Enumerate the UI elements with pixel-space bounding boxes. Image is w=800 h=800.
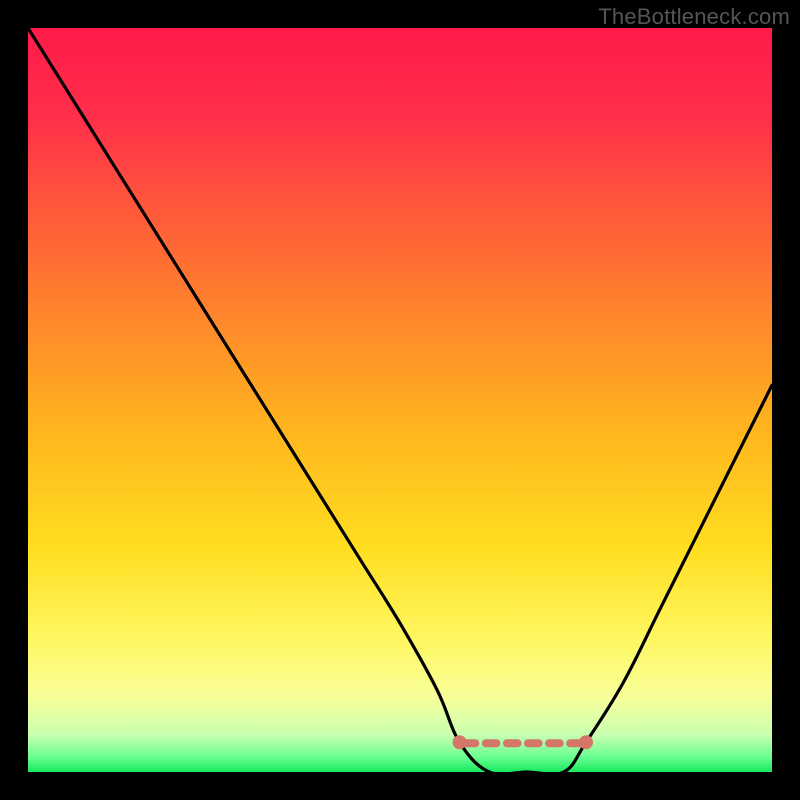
plot-area <box>28 28 772 772</box>
plateau-markers <box>453 735 593 749</box>
watermark-text: TheBottleneck.com <box>598 4 790 30</box>
curve-layer <box>28 28 772 772</box>
bottleneck-curve <box>28 28 772 772</box>
chart-container: TheBottleneck.com <box>0 0 800 800</box>
